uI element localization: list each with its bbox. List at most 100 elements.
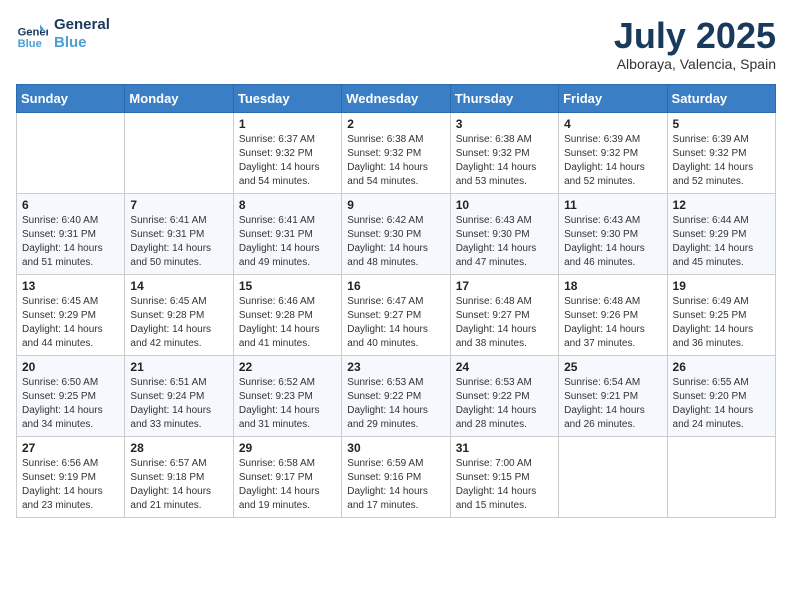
day-info: Sunrise: 6:55 AM Sunset: 9:20 PM Dayligh… (673, 376, 770, 432)
calendar-week-row: 27Sunrise: 6:56 AM Sunset: 9:19 PM Dayli… (17, 436, 776, 517)
day-number: 6 (22, 198, 119, 212)
day-info: Sunrise: 7:00 AM Sunset: 9:15 PM Dayligh… (456, 457, 553, 513)
calendar-cell (17, 112, 125, 193)
day-number: 29 (239, 441, 336, 455)
day-number: 21 (130, 360, 227, 374)
day-number: 2 (347, 117, 444, 131)
day-info: Sunrise: 6:45 AM Sunset: 9:28 PM Dayligh… (130, 295, 227, 351)
day-number: 20 (22, 360, 119, 374)
day-info: Sunrise: 6:49 AM Sunset: 9:25 PM Dayligh… (673, 295, 770, 351)
calendar-cell: 20 Sunrise: 6:50 AM Sunset: 9:25 PM Dayli… (17, 355, 125, 436)
calendar-week-row: 1Sunrise: 6:37 AM Sunset: 9:32 PM Daylig… (17, 112, 776, 193)
day-info: Sunrise: 6:53 AM Sunset: 9:22 PM Dayligh… (456, 376, 553, 432)
day-number: 22 (239, 360, 336, 374)
day-number: 5 (673, 117, 770, 131)
calendar-cell: 3Sunrise: 6:38 AM Sunset: 9:32 PM Daylig… (450, 112, 558, 193)
day-number: 18 (564, 279, 661, 293)
calendar-cell: 12 Sunrise: 6:44 AM Sunset: 9:29 PM Dayli… (667, 193, 775, 274)
day-number: 8 (239, 198, 336, 212)
day-info: Sunrise: 6:41 AM Sunset: 9:31 PM Dayligh… (239, 214, 336, 270)
calendar-cell: 9 Sunrise: 6:42 AM Sunset: 9:30 PM Daylig… (342, 193, 450, 274)
day-info: Sunrise: 6:43 AM Sunset: 9:30 PM Dayligh… (456, 214, 553, 270)
weekday-header: Tuesday (233, 84, 341, 112)
day-number: 19 (673, 279, 770, 293)
weekday-header-row: SundayMondayTuesdayWednesdayThursdayFrid… (17, 84, 776, 112)
calendar-cell: 26Sunrise: 6:55 AM Sunset: 9:20 PM Dayli… (667, 355, 775, 436)
page-header: General Blue GeneralBlue July 2025 Albor… (16, 16, 776, 72)
calendar-cell: 13 Sunrise: 6:45 AM Sunset: 9:29 PM Dayli… (17, 274, 125, 355)
calendar-table: SundayMondayTuesdayWednesdayThursdayFrid… (16, 84, 776, 518)
day-info: Sunrise: 6:42 AM Sunset: 9:30 PM Dayligh… (347, 214, 444, 270)
day-info: Sunrise: 6:47 AM Sunset: 9:27 PM Dayligh… (347, 295, 444, 351)
day-number: 10 (456, 198, 553, 212)
calendar-cell: 25 Sunrise: 6:54 AM Sunset: 9:21 PM Dayli… (559, 355, 667, 436)
day-info: Sunrise: 6:51 AM Sunset: 9:24 PM Dayligh… (130, 376, 227, 432)
calendar-cell: 11 Sunrise: 6:43 AM Sunset: 9:30 PM Dayli… (559, 193, 667, 274)
title-block: July 2025 Alboraya, Valencia, Spain (614, 16, 776, 72)
calendar-week-row: 13 Sunrise: 6:45 AM Sunset: 9:29 PM Dayli… (17, 274, 776, 355)
calendar-cell: 29 Sunrise: 6:58 AM Sunset: 9:17 PM Dayli… (233, 436, 341, 517)
calendar-cell: 16 Sunrise: 6:47 AM Sunset: 9:27 PM Dayli… (342, 274, 450, 355)
calendar-cell: 18 Sunrise: 6:48 AM Sunset: 9:26 PM Dayli… (559, 274, 667, 355)
calendar-cell: 2Sunrise: 6:38 AM Sunset: 9:32 PM Daylig… (342, 112, 450, 193)
calendar-week-row: 6 Sunrise: 6:40 AM Sunset: 9:31 PM Daylig… (17, 193, 776, 274)
day-number: 14 (130, 279, 227, 293)
calendar-cell: 8 Sunrise: 6:41 AM Sunset: 9:31 PM Daylig… (233, 193, 341, 274)
calendar-cell: 27Sunrise: 6:56 AM Sunset: 9:19 PM Dayli… (17, 436, 125, 517)
day-info: Sunrise: 6:52 AM Sunset: 9:23 PM Dayligh… (239, 376, 336, 432)
logo-icon: General Blue (16, 18, 48, 50)
svg-text:General: General (18, 27, 48, 39)
calendar-cell (559, 436, 667, 517)
day-number: 1 (239, 117, 336, 131)
day-number: 7 (130, 198, 227, 212)
calendar-cell: 14 Sunrise: 6:45 AM Sunset: 9:28 PM Dayli… (125, 274, 233, 355)
day-number: 9 (347, 198, 444, 212)
day-info: Sunrise: 6:46 AM Sunset: 9:28 PM Dayligh… (239, 295, 336, 351)
calendar-cell: 7 Sunrise: 6:41 AM Sunset: 9:31 PM Daylig… (125, 193, 233, 274)
day-info: Sunrise: 6:44 AM Sunset: 9:29 PM Dayligh… (673, 214, 770, 270)
svg-text:Blue: Blue (18, 38, 42, 50)
day-number: 16 (347, 279, 444, 293)
weekday-header: Monday (125, 84, 233, 112)
day-number: 12 (673, 198, 770, 212)
day-info: Sunrise: 6:50 AM Sunset: 9:25 PM Dayligh… (22, 376, 119, 432)
calendar-cell: 10 Sunrise: 6:43 AM Sunset: 9:30 PM Dayli… (450, 193, 558, 274)
calendar-cell: 30Sunrise: 6:59 AM Sunset: 9:16 PM Dayli… (342, 436, 450, 517)
day-number: 27 (22, 441, 119, 455)
weekday-header: Wednesday (342, 84, 450, 112)
day-number: 3 (456, 117, 553, 131)
day-info: Sunrise: 6:48 AM Sunset: 9:27 PM Dayligh… (456, 295, 553, 351)
weekday-header: Thursday (450, 84, 558, 112)
day-number: 25 (564, 360, 661, 374)
calendar-cell: 15 Sunrise: 6:46 AM Sunset: 9:28 PM Dayli… (233, 274, 341, 355)
calendar-cell: 24Sunrise: 6:53 AM Sunset: 9:22 PM Dayli… (450, 355, 558, 436)
day-info: Sunrise: 6:40 AM Sunset: 9:31 PM Dayligh… (22, 214, 119, 270)
calendar-week-row: 20 Sunrise: 6:50 AM Sunset: 9:25 PM Dayli… (17, 355, 776, 436)
day-number: 13 (22, 279, 119, 293)
calendar-cell: 23Sunrise: 6:53 AM Sunset: 9:22 PM Dayli… (342, 355, 450, 436)
month-title: July 2025 (614, 16, 776, 56)
day-number: 15 (239, 279, 336, 293)
weekday-header: Sunday (17, 84, 125, 112)
day-info: Sunrise: 6:43 AM Sunset: 9:30 PM Dayligh… (564, 214, 661, 270)
calendar-cell: 31Sunrise: 7:00 AM Sunset: 9:15 PM Dayli… (450, 436, 558, 517)
calendar-cell: 17Sunrise: 6:48 AM Sunset: 9:27 PM Dayli… (450, 274, 558, 355)
logo: General Blue GeneralBlue (16, 16, 110, 52)
day-info: Sunrise: 6:58 AM Sunset: 9:17 PM Dayligh… (239, 457, 336, 513)
day-info: Sunrise: 6:53 AM Sunset: 9:22 PM Dayligh… (347, 376, 444, 432)
calendar-cell: 19 Sunrise: 6:49 AM Sunset: 9:25 PM Dayli… (667, 274, 775, 355)
day-info: Sunrise: 6:59 AM Sunset: 9:16 PM Dayligh… (347, 457, 444, 513)
day-number: 11 (564, 198, 661, 212)
calendar-cell: 5 Sunrise: 6:39 AM Sunset: 9:32 PM Daylig… (667, 112, 775, 193)
weekday-header: Friday (559, 84, 667, 112)
calendar-cell (125, 112, 233, 193)
day-info: Sunrise: 6:54 AM Sunset: 9:21 PM Dayligh… (564, 376, 661, 432)
calendar-cell: 4Sunrise: 6:39 AM Sunset: 9:32 PM Daylig… (559, 112, 667, 193)
day-info: Sunrise: 6:41 AM Sunset: 9:31 PM Dayligh… (130, 214, 227, 270)
day-info: Sunrise: 6:45 AM Sunset: 9:29 PM Dayligh… (22, 295, 119, 351)
calendar-cell (667, 436, 775, 517)
day-info: Sunrise: 6:39 AM Sunset: 9:32 PM Dayligh… (673, 133, 770, 189)
day-info: Sunrise: 6:48 AM Sunset: 9:26 PM Dayligh… (564, 295, 661, 351)
calendar-cell: 21 Sunrise: 6:51 AM Sunset: 9:24 PM Dayli… (125, 355, 233, 436)
calendar-cell: 22 Sunrise: 6:52 AM Sunset: 9:23 PM Dayli… (233, 355, 341, 436)
